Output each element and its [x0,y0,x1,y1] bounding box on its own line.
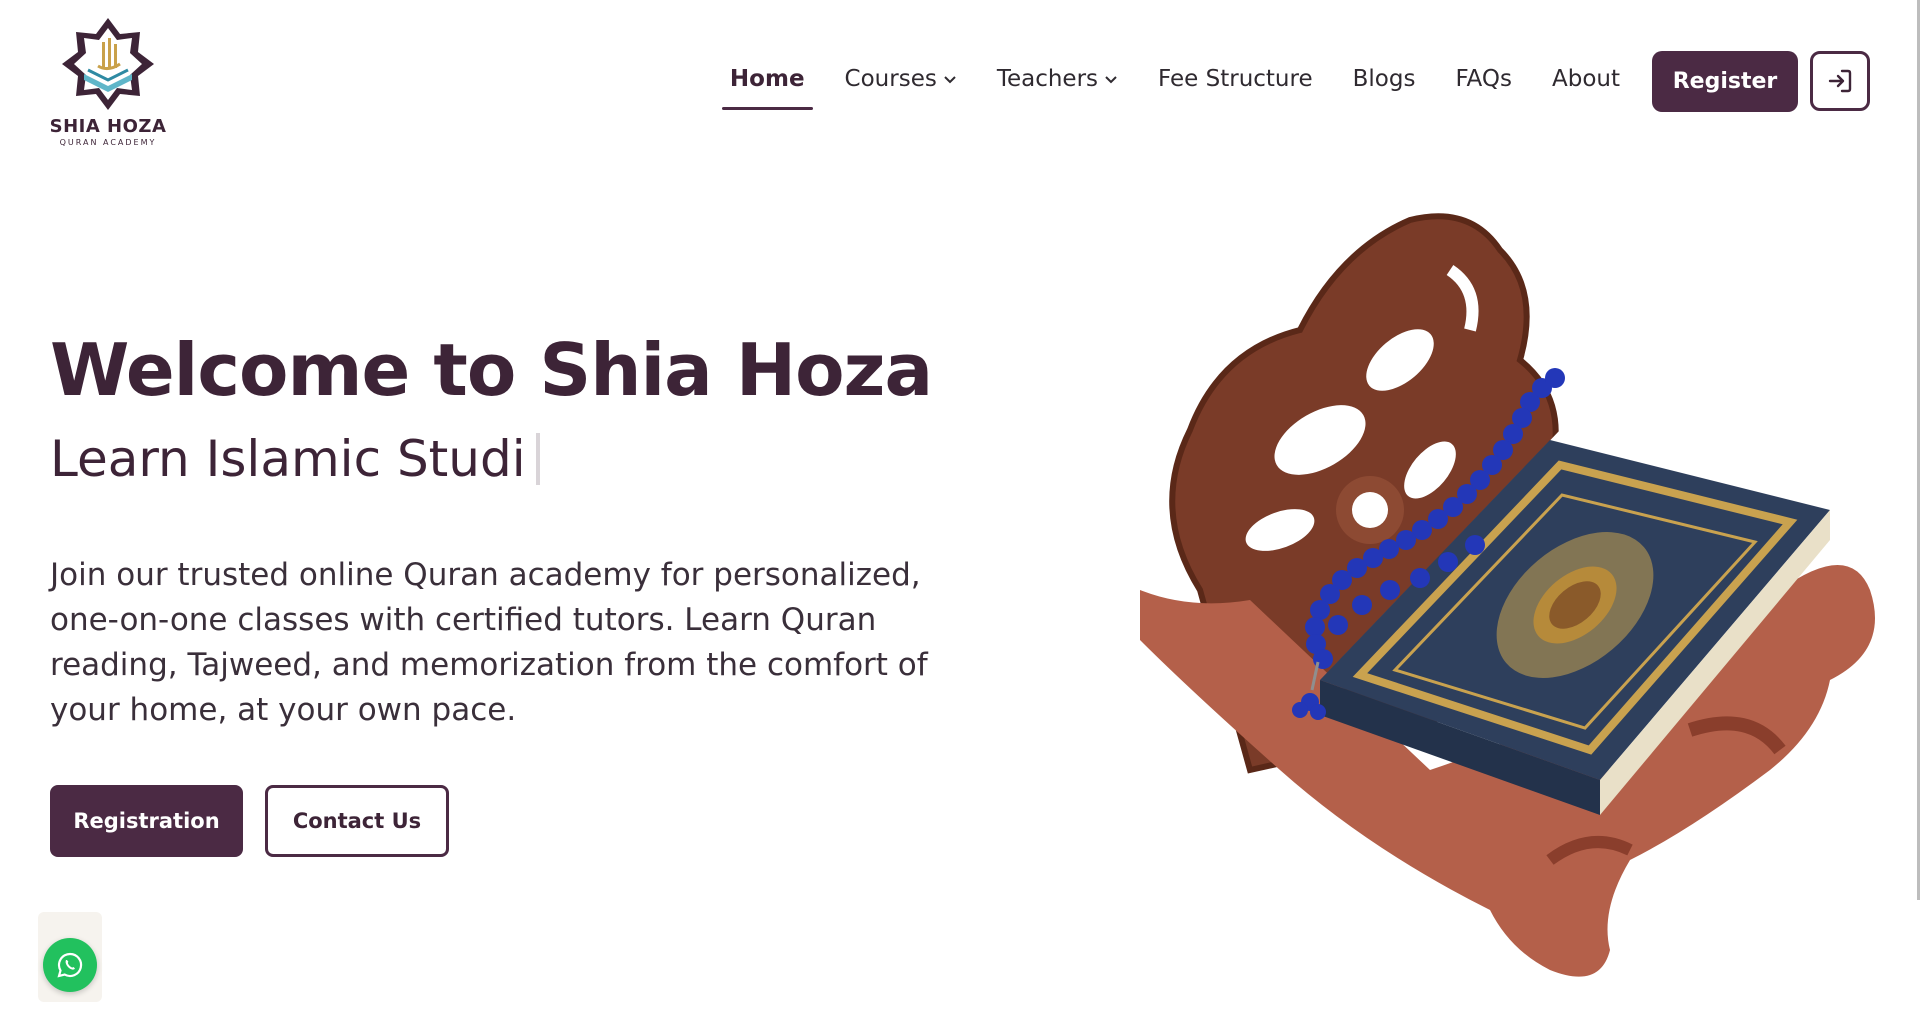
contact-us-button[interactable]: Contact Us [265,785,449,857]
nav-item-label: Blogs [1352,66,1416,92]
register-button[interactable]: Register [1652,51,1798,112]
nav-item-label: About [1551,66,1620,92]
hero-subtitle: Learn Islamic Studi [50,430,540,488]
nav-item-teachers[interactable]: Teachers [997,66,1118,92]
nav-item-blogs[interactable]: Blogs [1353,66,1416,92]
brand-name: SHIA HOZA [49,116,167,137]
hero-subtitle-text: Learn Islamic Studi [50,430,526,488]
nav-item-courses[interactable]: Courses [845,66,957,92]
main-nav: Home Courses Teachers Fee Structure Blog… [721,66,1620,110]
nav-item-label: Home [729,66,805,92]
nav-item-home[interactable]: Home [721,66,813,110]
whatsapp-button[interactable] [43,938,97,992]
chevron-down-icon [1105,76,1117,84]
brand-logo[interactable]: SHIA HOZA QURAN ACADEMY [48,14,168,150]
nav-item-label: Courses [844,66,937,92]
typing-caret [535,433,540,485]
hero-title: Welcome to Shia Hoza [50,328,933,412]
nav-item-faqs[interactable]: FAQs [1455,66,1512,92]
nav-item-label: Teachers [996,66,1099,92]
nav-item-label: Fee Structure [1158,66,1313,92]
quran-on-rehal-image [1140,213,1875,977]
chevron-down-icon [944,76,956,84]
whatsapp-icon [57,952,83,978]
nav-item-label: FAQs [1455,66,1512,92]
registration-button[interactable]: Registration [50,785,243,857]
sign-in-icon [1828,69,1852,93]
brand-tagline: QURAN ACADEMY [59,138,157,147]
nav-item-about[interactable]: About [1552,66,1620,92]
page: SHIA HOZA QURAN ACADEMY Home Courses Tea… [0,0,1920,1024]
nav-item-fee-structure[interactable]: Fee Structure [1158,66,1313,92]
hero-description: Join our trusted online Quran academy fo… [50,557,928,728]
login-button[interactable] [1810,51,1870,111]
star-book-logo-icon [62,18,154,110]
